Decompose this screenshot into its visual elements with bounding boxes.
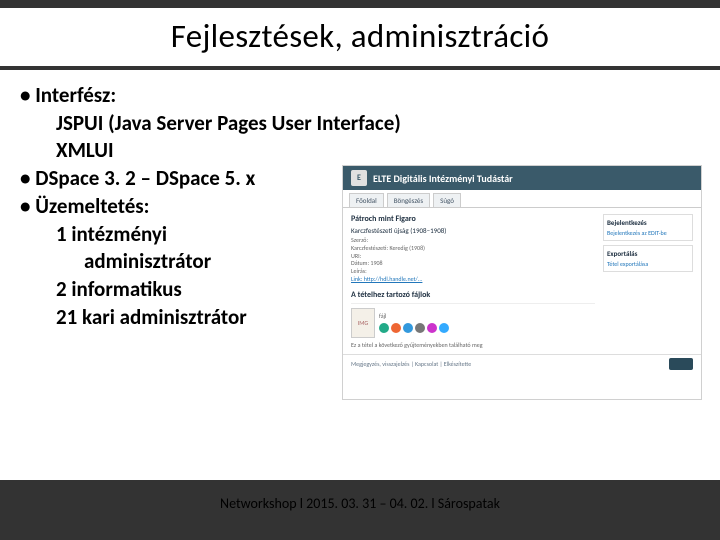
shot-share-icons	[379, 323, 449, 333]
shot-item-title: Pátroch mint Figaro	[351, 214, 595, 224]
shot-files-row: IMG fájl	[351, 303, 595, 338]
shot-login-box: Bejelentkezés Bejelentkezés az EDIT-be	[603, 214, 693, 241]
shot-export-box: Exportálás Tétel exportálása	[603, 245, 693, 272]
shot-item-subtitle: Karczfestészeti újság (1908–1908)	[351, 226, 595, 235]
shot-login-title: Bejelentkezés	[607, 218, 689, 227]
bullet-interface: • Interfész:	[20, 82, 401, 110]
shot-file-chips: fájl	[379, 313, 449, 333]
shot-footer-logo-icon	[669, 358, 693, 370]
chip-icon	[415, 323, 425, 333]
shot-brand: ELTE Digitális Intézményi Tudástár	[373, 172, 513, 185]
shot-export-title: Exportálás	[607, 249, 689, 258]
shot-logo-icon: E	[351, 170, 367, 186]
shot-meta-3: Dátum: 1908	[351, 260, 595, 268]
bullet-xmlui: XMLUI	[20, 137, 401, 165]
chip-icon	[403, 323, 413, 333]
shot-meta-1: Karczfestészeti: Keredig (1908)	[351, 245, 595, 253]
shot-export-link: Tétel exportálása	[607, 260, 648, 268]
shot-file-label: fájl	[379, 313, 449, 321]
shot-tabs: Főoldal Böngészés Súgó	[343, 190, 701, 208]
shot-main: Pátroch mint Figaro Karczfestészeti újsá…	[343, 208, 701, 354]
slide-title: Fejlesztések, adminisztráció	[0, 8, 720, 66]
shot-right-column: Bejelentkezés Bejelentkezés az EDIT-be E…	[603, 214, 693, 350]
shot-collections-note: Ez a tétel a következő gyűjteményekben t…	[351, 342, 595, 350]
chip-icon	[427, 323, 437, 333]
chip-icon	[379, 323, 389, 333]
bullet-jspui: JSPUI (Java Server Pages User Interface)	[20, 110, 401, 138]
shot-header: E ELTE Digitális Intézményi Tudástár	[343, 166, 701, 190]
shot-meta-2: URI:	[351, 253, 595, 261]
slide-body: • Interfész: JSPUI (Java Server Pages Us…	[0, 70, 720, 480]
shot-footer: Megjegyzés, visszajelzés | Kapcsolat | E…	[343, 354, 701, 373]
screenshot-dspace: E ELTE Digitális Intézményi Tudástár Főo…	[342, 165, 702, 400]
shot-footer-text: Megjegyzés, visszajelzés | Kapcsolat | E…	[351, 360, 471, 368]
shot-thumbnail-icon: IMG	[351, 308, 375, 338]
chip-icon	[391, 323, 401, 333]
chip-icon	[439, 323, 449, 333]
shot-meta-link: Link: http://hdl.handle.net/...	[351, 276, 595, 284]
shot-tab-browse: Böngészés	[387, 193, 430, 207]
shot-tab-home: Főoldal	[349, 193, 384, 207]
slide: Fejlesztések, adminisztráció • Interfész…	[0, 0, 720, 540]
slide-footer: Networkshop l 2015. 03. 31 – 04. 02. l S…	[0, 495, 720, 512]
shot-login-link: Bejelentkezés az EDIT-be	[607, 229, 667, 237]
shot-tab-help: Súgó	[433, 193, 461, 207]
shot-files-title: A tételhez tartozó fájlok	[351, 290, 595, 300]
shot-left-column: Pátroch mint Figaro Karczfestészeti újsá…	[351, 214, 595, 350]
